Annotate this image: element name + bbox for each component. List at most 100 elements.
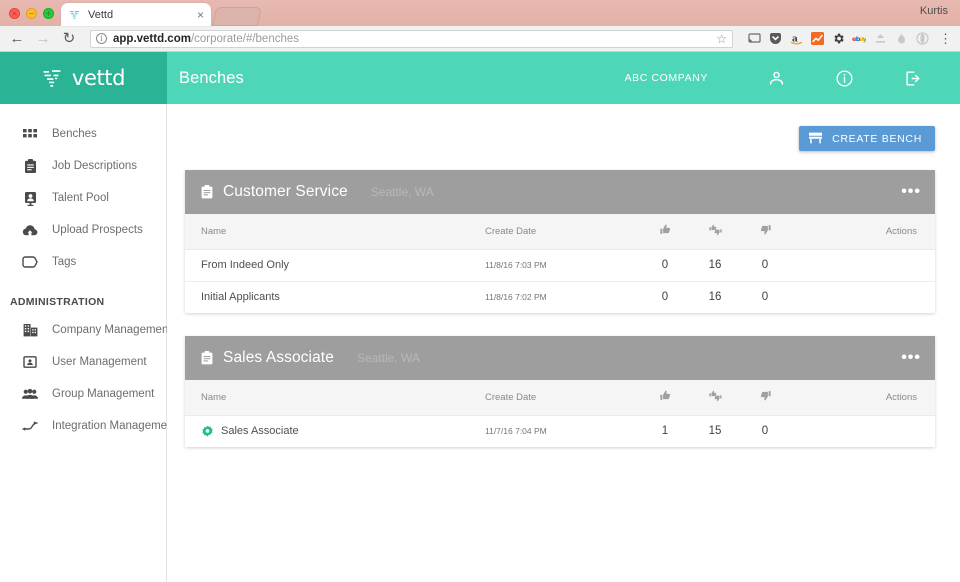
pocket-icon[interactable] [768,32,782,46]
bench-card: Customer Service Seattle, WA ••• Name Cr… [185,170,935,313]
sidebar-item-upload-prospects[interactable]: Upload Prospects [0,214,166,246]
row-actions[interactable] [790,415,935,447]
row-create-date: 11/7/16 7:04 PM [485,426,547,437]
bench-icon [808,131,823,147]
bench-card: Sales Associate Seattle, WA ••• Name Cre… [185,336,935,447]
sidebar-item-label: Benches [52,128,97,140]
reload-button[interactable]: ↻ [60,30,78,48]
bench-card-header: Customer Service Seattle, WA ••• [185,170,935,214]
row-name: Sales Associate [221,425,299,438]
user-account-icon[interactable] [742,69,810,88]
window-close-button[interactable]: × [9,8,20,19]
row-actions[interactable] [790,249,935,282]
bookmark-star-icon[interactable]: ☆ [716,32,727,46]
row-thumbs-down-count: 0 [761,425,769,438]
browser-profile-name[interactable]: Kurtis [920,5,948,17]
column-header-undecided [690,380,740,416]
thumbs-both-icon [708,390,722,405]
sidebar-item-label: Group Management [52,388,155,400]
back-button[interactable]: ← [8,30,26,48]
page-title: Benches [179,68,244,87]
cloud-upload-icon [22,222,38,238]
thumbs-down-icon [760,225,771,238]
address-bar[interactable]: i app.vettd.com/corporate/#/benches ☆ [90,29,733,48]
table-row[interactable]: Initial Applicants 11/8/16 7:02 PM 0 16 … [185,281,935,313]
sidebar-item-user-management[interactable]: User Management [0,346,166,378]
table-row[interactable]: From Indeed Only 11/8/16 7:03 PM 0 16 0 [185,249,935,282]
row-name: From Indeed Only [201,259,290,271]
sidebar-item-integration-management[interactable]: Integration Management [0,410,177,442]
bench-table: Name Create Date [185,214,935,313]
window-maximize-button[interactable]: + [43,8,54,19]
sidebar-item-label: Tags [52,256,77,268]
bench-title: Sales Associate [223,349,334,366]
amazon-icon[interactable]: a [789,32,803,46]
company-name: ABC COMPANY [624,72,708,84]
app-logo-text: vettd [71,66,126,90]
cast-icon[interactable] [747,32,761,46]
bench-menu-icon[interactable]: ••• [901,184,921,200]
sidebar-item-label: Upload Prospects [52,224,143,236]
tab-strip: × − + Vettd × Kurtis [0,0,960,26]
sidebar-item-group-management[interactable]: Group Management [0,378,166,410]
group-icon [22,386,38,402]
sidebar-item-job-descriptions[interactable]: Job Descriptions [0,150,166,182]
create-bench-button[interactable]: CREATE BENCH [799,126,935,151]
browser-toolbar: ← → ↻ i app.vettd.com/corporate/#/benche… [0,26,960,52]
row-thumbs-up-count: 1 [661,425,669,438]
sidebar: Benches Job Descriptions Talent Pool Upl… [0,104,177,582]
gear-icon[interactable] [831,32,845,46]
row-actions[interactable] [790,281,935,313]
forward-button[interactable]: → [34,30,52,48]
clipboard-icon [201,351,214,366]
app-topbar: vettd Benches ABC COMPANY [0,52,960,104]
analytics-icon[interactable] [810,32,824,46]
site-info-icon[interactable]: i [96,33,107,44]
thumbs-up-icon [659,224,671,238]
background-tab[interactable] [211,7,263,26]
column-header-create-date: Create Date [485,380,640,416]
vettd-funnel-icon [42,67,64,89]
extension-icons: a ebay [745,32,929,46]
column-header-create-date: Create Date [485,214,640,250]
info-icon[interactable] [810,69,878,88]
column-header-thumbs-down [740,380,790,416]
table-row[interactable]: Sales Associate 11/7/16 7:04 PM 1 15 0 [185,415,935,447]
sidebar-item-benches[interactable]: Benches [0,118,166,150]
row-thumbs-up-count: 0 [661,291,669,304]
logout-icon[interactable] [878,69,946,88]
window-minimize-button[interactable]: − [26,8,37,19]
main-content: CREATE BENCH Customer Service Seattle, W… [167,104,960,582]
tab-title: Vettd [88,8,114,21]
opera-icon[interactable] [915,32,929,46]
bench-menu-icon[interactable]: ••• [901,350,921,366]
user-card-icon [22,354,38,370]
sidebar-item-talent-pool[interactable]: Talent Pool [0,182,166,214]
sidebar-item-company-management[interactable]: Company Management [0,314,172,346]
app-logo[interactable]: vettd [0,52,167,104]
address-bar-url: app.vettd.com/corporate/#/benches [113,33,299,45]
grid-icon [22,126,38,142]
address-path: /corporate/#/benches [190,32,300,45]
tab-close-icon[interactable]: × [193,9,204,21]
address-domain: app.vettd.com [113,32,191,45]
browser-menu-icon[interactable]: ⋮ [937,32,952,45]
ebay-icon[interactable]: ebay [852,32,866,46]
sidebar-section-administration: ADMINISTRATION [10,296,105,308]
sidebar-item-label: Integration Management [52,420,177,432]
app-body: Benches Job Descriptions Talent Pool Upl… [0,104,960,582]
browser-tab[interactable]: Vettd × [61,3,211,26]
app-header: Benches ABC COMPANY [167,52,960,104]
column-header-thumbs-up [640,214,690,250]
page-body: CREATE BENCH Customer Service Seattle, W… [167,104,960,447]
clipboard-icon [201,185,214,200]
row-thumbs-up-count: 0 [640,249,690,282]
row-undecided-count: 16 [690,249,740,282]
column-header-name: Name [185,214,485,250]
column-header-actions: Actions [790,380,935,416]
integration-icon [22,418,38,434]
sidebar-item-tags[interactable]: Tags [0,246,166,278]
upload-icon[interactable] [873,32,887,46]
drive-icon[interactable] [894,32,908,46]
row-thumbs-down-count: 0 [740,249,790,282]
